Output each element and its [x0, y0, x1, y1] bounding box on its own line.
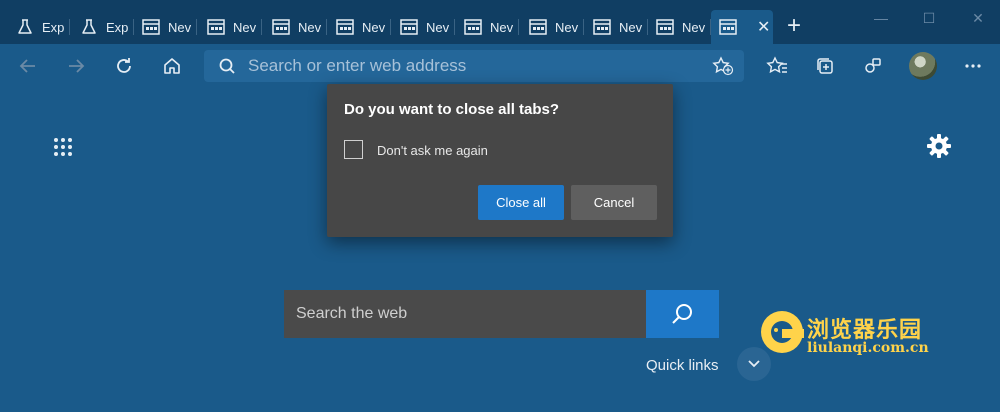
- extensions-button[interactable]: [859, 52, 887, 80]
- new-tab-icon: [464, 19, 482, 35]
- apps-grid-icon[interactable]: [53, 137, 73, 162]
- new-tab-icon: [272, 19, 290, 35]
- close-all-button[interactable]: Close all: [478, 185, 564, 220]
- tab[interactable]: Nev: [521, 10, 584, 44]
- tab[interactable]: Nev: [648, 10, 711, 44]
- tab-title: Nev: [555, 19, 579, 35]
- refresh-icon: [117, 58, 131, 73]
- tab-title: Nev: [619, 19, 643, 35]
- new-tab-icon: [336, 19, 354, 35]
- cancel-button[interactable]: Cancel: [571, 185, 657, 220]
- profile-avatar[interactable]: [909, 52, 937, 80]
- minimize-button[interactable]: —: [866, 8, 896, 28]
- tab-separator: [69, 19, 70, 35]
- tab-title: Exp: [106, 19, 129, 35]
- home-icon: [164, 58, 180, 74]
- forward-arrow-icon: [69, 59, 85, 73]
- tab[interactable]: Nev: [392, 10, 455, 44]
- close-tabs-dialog: Do you want to close all tabs? Don't ask…: [327, 84, 673, 237]
- tab[interactable]: Nev: [585, 10, 648, 44]
- home-button[interactable]: [158, 52, 186, 80]
- close-tab-icon[interactable]: ✕: [757, 17, 770, 37]
- tab-title: Nev: [426, 19, 450, 35]
- collections-button[interactable]: [811, 52, 839, 80]
- tab-separator: [390, 19, 391, 35]
- tab-title: Nev: [298, 19, 322, 35]
- refresh-button[interactable]: [110, 52, 138, 80]
- dialog-title: Do you want to close all tabs?: [344, 101, 560, 118]
- dont-ask-checkbox[interactable]: [344, 140, 363, 159]
- search-icon: [219, 58, 235, 74]
- new-tab-button[interactable]: +: [780, 12, 808, 40]
- forward-button[interactable]: [62, 52, 90, 80]
- new-tab-icon: [142, 19, 160, 35]
- watermark-logo: [758, 308, 806, 361]
- dont-ask-label[interactable]: Don't ask me again: [377, 143, 488, 158]
- tab[interactable]: Nev: [328, 10, 391, 44]
- address-bar[interactable]: Search or enter web address: [204, 50, 744, 82]
- new-tab-icon: [593, 19, 611, 35]
- tab-title: Exp: [42, 19, 65, 35]
- tab-separator: [196, 19, 197, 35]
- ellipsis-icon: [965, 64, 981, 68]
- gear-icon[interactable]: [926, 133, 952, 164]
- favorites-icon: [766, 56, 787, 74]
- tab[interactable]: Nev: [199, 10, 262, 44]
- tab-separator: [583, 19, 584, 35]
- tab[interactable]: Nev: [264, 10, 327, 44]
- close-window-button[interactable]: ✕: [963, 8, 993, 28]
- search-submit-button[interactable]: [646, 290, 719, 338]
- tab[interactable]: Nev: [456, 10, 519, 44]
- tab-title: Nev: [168, 19, 192, 35]
- tab-separator: [326, 19, 327, 35]
- flask-icon: [80, 19, 98, 35]
- watermark-url: liulanqi.com.cn: [807, 340, 929, 356]
- tab-title: Nev: [362, 19, 386, 35]
- new-tab-icon: [719, 19, 737, 35]
- tab[interactable]: Exp: [72, 10, 134, 44]
- new-tab-icon: [529, 19, 547, 35]
- extensions-icon: [865, 58, 881, 73]
- tab-separator: [261, 19, 262, 35]
- address-placeholder: Search or enter web address: [248, 56, 467, 75]
- tab[interactable]: Nev: [134, 10, 197, 44]
- tab-title: Nev: [490, 19, 514, 35]
- toolbar: Search or enter web address: [0, 44, 1000, 87]
- tab-separator: [518, 19, 519, 35]
- quick-links-label[interactable]: Quick links: [646, 357, 719, 374]
- tab-title: Nev: [233, 19, 257, 35]
- tab-separator: [454, 19, 455, 35]
- back-button[interactable]: [14, 52, 42, 80]
- favorites-button[interactable]: [763, 52, 791, 80]
- more-options-button[interactable]: [959, 52, 987, 80]
- collections-icon: [817, 58, 833, 74]
- tab[interactable]: Exp: [8, 10, 70, 44]
- back-arrow-icon: [19, 59, 35, 73]
- search-icon: [671, 304, 692, 324]
- search-placeholder: Search the web: [296, 305, 408, 322]
- new-tab-icon: [207, 19, 225, 35]
- tab-title: Nev: [682, 19, 706, 35]
- new-tab-icon: [656, 19, 674, 35]
- add-favorite-icon[interactable]: [712, 56, 734, 81]
- maximize-button[interactable]: ☐: [914, 8, 944, 28]
- new-tab-icon: [400, 19, 418, 35]
- flask-icon: [16, 19, 34, 35]
- web-search-input[interactable]: Search the web: [284, 290, 646, 338]
